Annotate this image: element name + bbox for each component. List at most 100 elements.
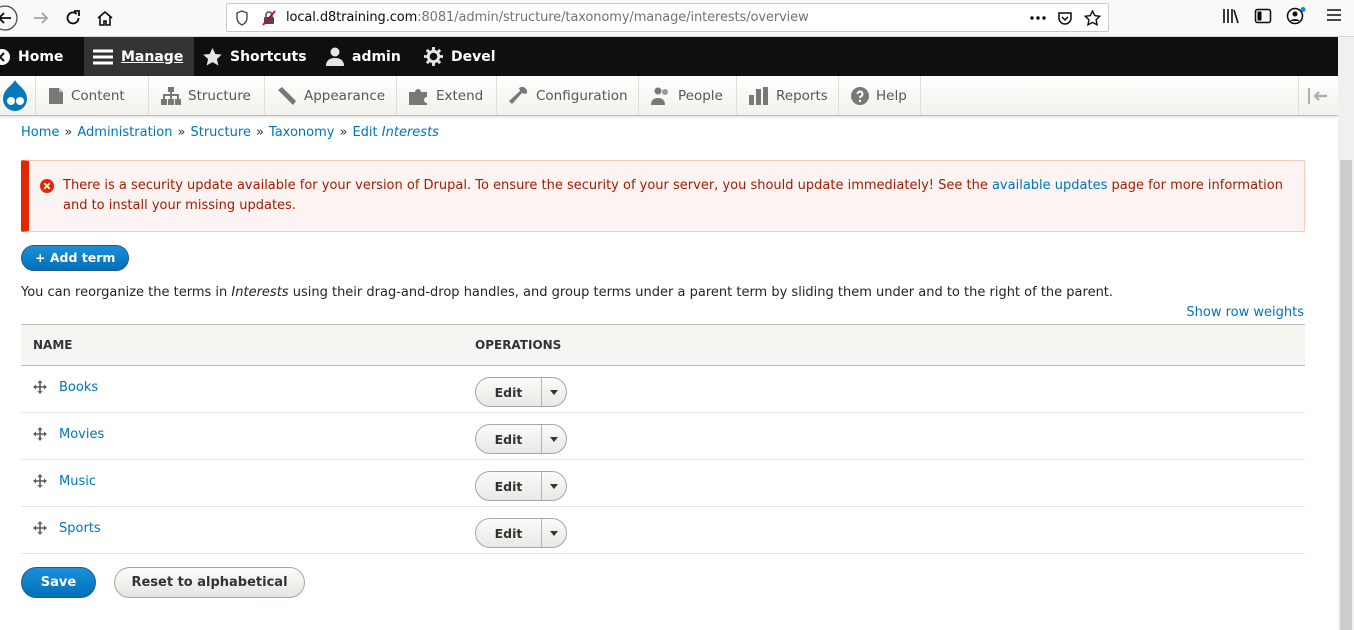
help-text-after: using their drag-and-drop handles, and g… (292, 285, 1114, 300)
pocket-icon[interactable] (1057, 10, 1073, 26)
menu-icon[interactable] (1326, 7, 1342, 23)
library-icon[interactable] (1222, 7, 1240, 25)
breadcrumb-structure[interactable]: Structure (190, 125, 250, 140)
edit-button[interactable]: Edit (476, 519, 542, 547)
alert-message: There is a security update available for… (63, 176, 1293, 216)
toolbar-user-label: admin (352, 48, 401, 65)
gear-icon (424, 47, 443, 66)
extend-icon (409, 88, 427, 105)
dropbutton-toggle[interactable] (542, 425, 566, 453)
table-header: NAME OPERATIONS (21, 324, 1305, 366)
reload-button[interactable] (60, 5, 86, 31)
breadcrumb-separator: » (339, 125, 348, 140)
toolbar-devel-label: Devel (451, 48, 496, 65)
tray-item-configuration[interactable]: Configuration (497, 76, 639, 115)
breadcrumb-administration[interactable]: Administration (77, 125, 172, 140)
user-icon (326, 47, 344, 66)
term-link[interactable]: Sports (59, 521, 101, 536)
bookmark-star-icon[interactable] (1084, 10, 1101, 26)
insecure-lock-icon[interactable] (261, 10, 277, 26)
people-icon (651, 87, 668, 105)
alert-text-before: There is a security update available for… (63, 178, 988, 193)
term-link[interactable]: Books (59, 380, 98, 395)
breadcrumb-separator: » (177, 125, 186, 140)
forward-button[interactable] (28, 5, 54, 31)
tray-item-label: Configuration (536, 87, 628, 104)
caret-down-icon (550, 389, 558, 395)
structure-icon (161, 86, 181, 105)
browser-toolbar: local.d8training.com:8081/admin/structur… (0, 0, 1354, 37)
breadcrumb: Home » Administration » Structure » Taxo… (21, 125, 439, 140)
star-icon (203, 47, 222, 65)
forward-icon (34, 12, 49, 24)
edit-button[interactable]: Edit (476, 472, 542, 500)
scrollbar-thumb[interactable] (1340, 160, 1352, 630)
account-icon[interactable] (1286, 7, 1306, 25)
drag-handle-icon[interactable] (33, 380, 47, 394)
operations-dropbutton: Edit (475, 377, 567, 407)
toolbar-manage-label: Manage (121, 48, 184, 65)
tray-item-label: Content (71, 87, 125, 104)
back-icon (0, 5, 18, 31)
dropbutton-toggle[interactable] (542, 472, 566, 500)
tray-item-reports[interactable]: Reports (737, 76, 839, 115)
tray-item-people[interactable]: People (639, 76, 737, 115)
drag-handle-icon[interactable] (33, 521, 47, 535)
tracking-shield-icon[interactable] (235, 10, 249, 26)
home-button[interactable] (92, 5, 118, 31)
save-button[interactable]: Save (21, 567, 96, 598)
breadcrumb-current-vocabulary: Interests (381, 125, 439, 140)
tray-item-extend[interactable]: Extend (397, 76, 497, 115)
sidebar-icon[interactable] (1254, 7, 1272, 25)
caret-down-icon (550, 530, 558, 536)
dropbutton-toggle[interactable] (542, 519, 566, 547)
edit-button[interactable]: Edit (476, 378, 542, 406)
tray-item-label: Help (876, 87, 907, 104)
operations-dropbutton: Edit (475, 424, 567, 454)
back-button[interactable] (0, 5, 18, 31)
available-updates-link[interactable]: available updates (992, 178, 1107, 193)
appearance-icon (278, 86, 296, 105)
toolbar-manage[interactable]: Manage (84, 37, 194, 76)
caret-down-icon (550, 436, 558, 442)
url-bar[interactable]: local.d8training.com:8081/admin/structur… (226, 3, 1109, 32)
reset-alphabetical-button[interactable]: Reset to alphabetical (114, 567, 305, 598)
add-term-button[interactable]: + Add term (21, 245, 130, 271)
edit-button[interactable]: Edit (476, 425, 542, 453)
dropbutton-toggle[interactable] (542, 378, 566, 406)
configuration-icon (509, 86, 528, 104)
breadcrumb-current-prefix: Edit (352, 125, 378, 140)
drag-handle-icon[interactable] (33, 427, 47, 441)
drag-handle-icon[interactable] (33, 474, 47, 488)
tray-item-label: Reports (776, 87, 828, 104)
help-text-before: You can reorganize the terms in (21, 285, 228, 300)
tray-item-content[interactable]: Content (36, 76, 149, 115)
tray-item-label: Extend (436, 87, 484, 104)
toolbar-shortcuts[interactable]: Shortcuts (203, 37, 307, 76)
breadcrumb-taxonomy[interactable]: Taxonomy (269, 125, 335, 140)
toolbar-user[interactable]: admin (326, 37, 401, 76)
tray-item-label: People (678, 87, 723, 104)
toolbar-devel[interactable]: Devel (424, 37, 496, 76)
content-icon (49, 87, 63, 104)
help-text-vocabulary: Interests (231, 285, 289, 300)
hamburger-icon (93, 49, 113, 64)
tray-orientation-toggle[interactable] (1298, 76, 1338, 115)
table-row: Movies Edit (21, 413, 1305, 460)
drupal-logo[interactable] (0, 76, 36, 115)
toolbar-home[interactable]: Home (0, 37, 84, 76)
table-row: Sports Edit (21, 507, 1305, 554)
home-icon (97, 10, 113, 26)
breadcrumb-current[interactable]: Edit Interests (352, 125, 438, 140)
toolbar-home-label: Home (18, 48, 64, 65)
breadcrumb-home[interactable]: Home (21, 125, 59, 140)
tray-item-help[interactable]: Help (839, 76, 921, 115)
show-row-weights-link[interactable]: Show row weights (1186, 305, 1304, 320)
term-link[interactable]: Movies (59, 427, 104, 442)
tray-item-appearance[interactable]: Appearance (265, 76, 397, 115)
page-actions-icon[interactable] (1030, 16, 1046, 20)
term-link[interactable]: Music (59, 474, 96, 489)
url-text[interactable]: local.d8training.com:8081/admin/structur… (286, 10, 809, 25)
drupal-drop-icon (3, 80, 27, 111)
tray-item-structure[interactable]: Structure (149, 76, 265, 115)
